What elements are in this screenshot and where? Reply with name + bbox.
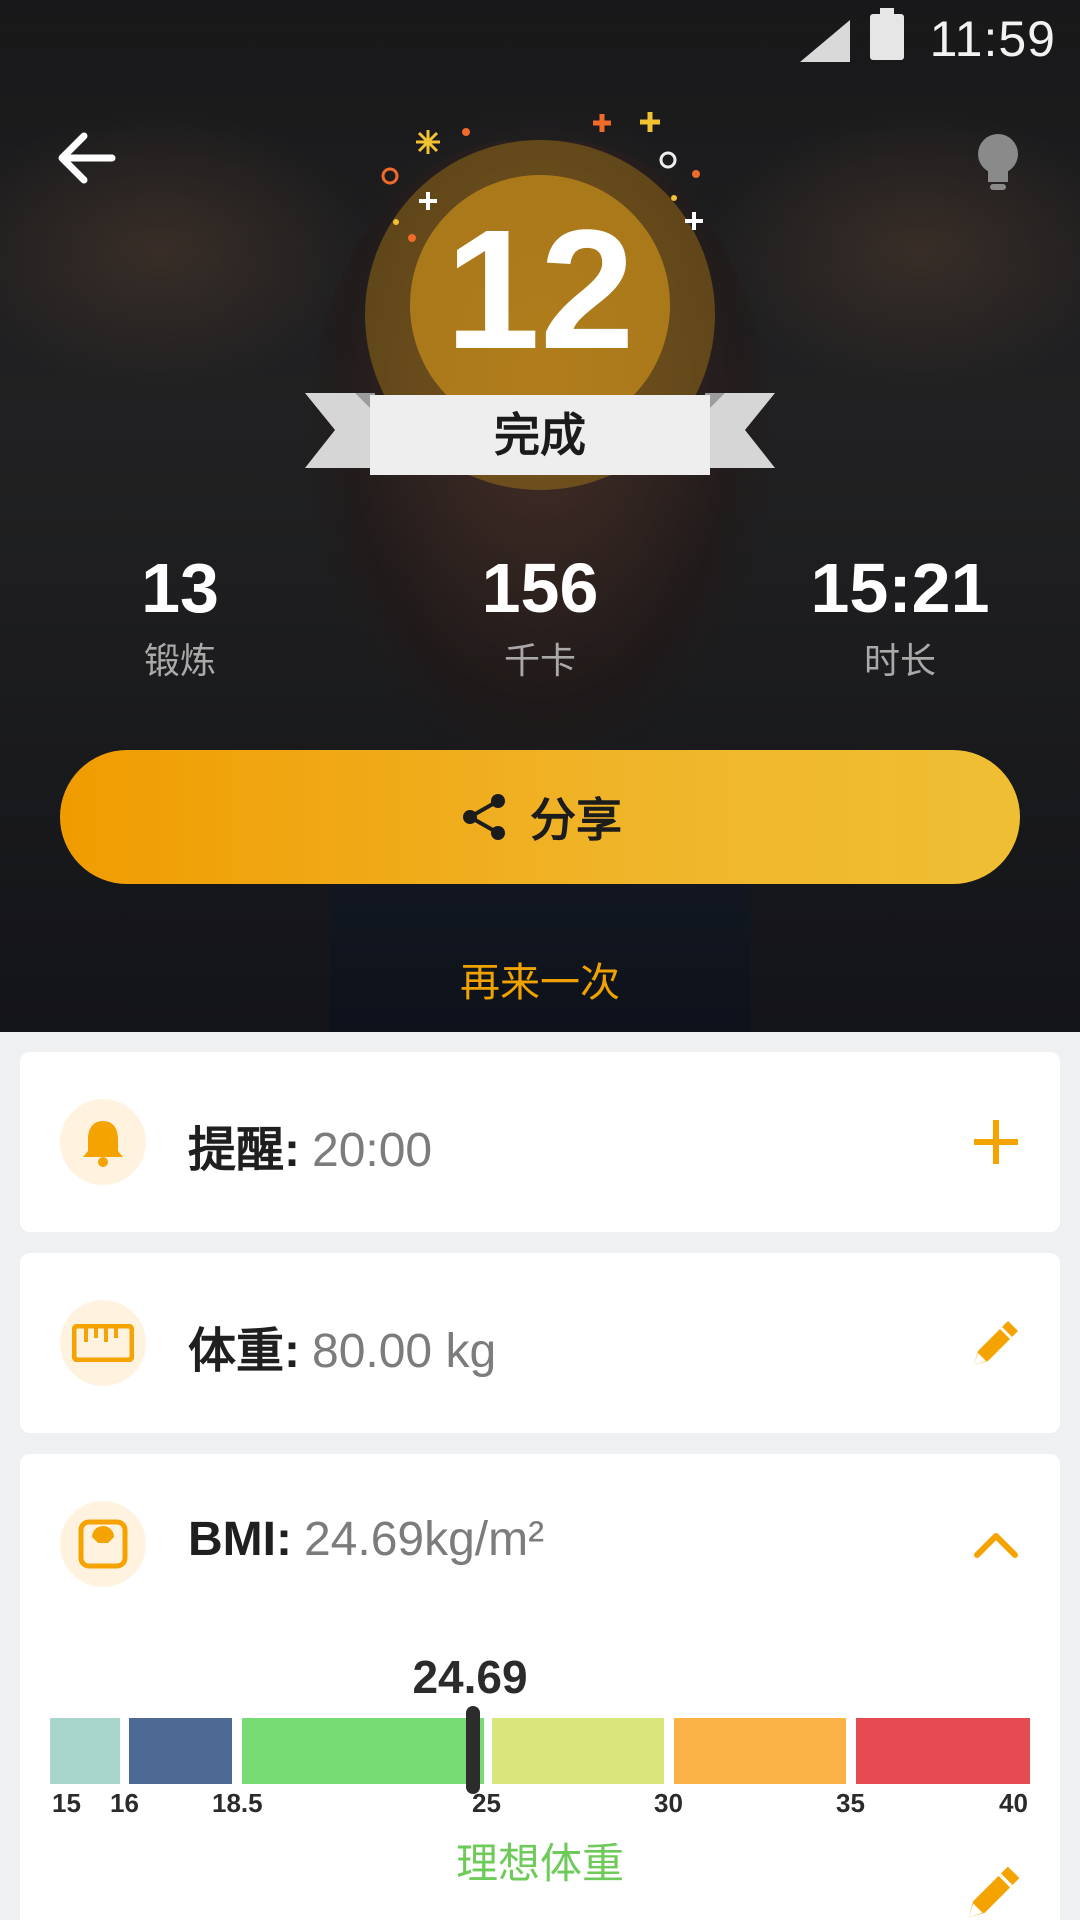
bmi-tick: 40 [999,1788,1028,1818]
tips-button[interactable] [970,130,1026,196]
bmi-indicator-value: 24.69 [412,1651,528,1703]
weight-title: 体重: 80.00 kg [188,1311,496,1381]
bmi-segment-underweight [129,1718,232,1784]
collapse-bmi-button[interactable] [966,1514,1026,1574]
bmi-tick: 15 [52,1788,81,1818]
weight-label: 体重: [188,1325,300,1378]
bmi-tick: 16 [110,1788,139,1818]
bmi-marker [466,1706,480,1794]
reminder-title: 提醒: 20:00 [188,1110,432,1180]
weight-value: 80.00 kg [312,1325,497,1378]
completion-badge: 12 完成 [300,110,780,490]
share-button[interactable]: 分享 [60,750,1020,884]
bmi-segment-normal [242,1718,484,1784]
back-button[interactable] [52,128,122,188]
stat-value: 15:21 [810,549,990,627]
scale-icon [78,1519,128,1569]
ruler-icon [72,1324,134,1362]
bmi-icon-badge [60,1501,146,1587]
bmi-tick-labels: 15 16 18.5 25 30 35 40 [0,1788,1080,1820]
completed-label: 完成 [370,395,710,475]
bmi-tick: 18.5 [212,1788,263,1818]
status-time: 11:59 [929,11,1056,67]
reminder-card[interactable]: 提醒: 20:00 [20,1052,1060,1232]
bmi-scale [50,1718,1030,1784]
bmi-segment-underweight-severe [50,1718,120,1784]
bmi-status-label: 理想体重 [455,1839,624,1888]
stat-calories: 156 千卡 [390,548,690,692]
back-arrow-icon [58,132,116,184]
battery-icon [870,8,904,60]
bmi-value: 24.69kg/m² [303,1513,545,1566]
reminder-value: 20:00 [312,1124,433,1177]
stat-label: 锻炼 [143,641,216,682]
stat-label: 千卡 [503,641,576,682]
workout-stats: 13 锻炼 156 千卡 15:21 时长 [0,548,1080,688]
share-icon [463,794,505,840]
add-reminder-button[interactable] [966,1112,1026,1172]
bmi-label: BMI: [188,1513,292,1566]
bmi-tick: 35 [836,1788,865,1818]
reminder-icon-badge [60,1099,146,1185]
share-label: 分享 [530,793,622,847]
lightbulb-icon [978,134,1018,190]
weight-icon-badge [60,1300,146,1386]
bmi-tick: 30 [654,1788,683,1818]
status-bar: 11:59 [0,0,1080,78]
stat-value: 13 [141,549,219,627]
edit-height-pencil-icon[interactable] [964,1862,1024,1920]
stat-exercises: 13 锻炼 [30,548,330,692]
stat-duration: 15:21 时长 [750,548,1050,692]
bell-icon [83,1121,123,1167]
bmi-tick: 25 [472,1788,501,1818]
reminder-label: 提醒: [188,1124,300,1177]
stat-label: 时长 [863,641,936,682]
bmi-segment-severely-obese [856,1718,1030,1784]
signal-icon [800,20,850,62]
plus-icon [974,1120,1018,1164]
stat-value: 156 [481,549,599,627]
chevron-up-icon [974,1533,1018,1558]
pencil-icon [974,1321,1018,1365]
completed-count: 12 [445,195,635,385]
bmi-segment-overweight [492,1718,664,1784]
weight-card[interactable]: 体重: 80.00 kg [20,1253,1060,1433]
do-again-link[interactable]: 再来一次 [0,950,1080,1008]
edit-weight-button[interactable] [966,1313,1026,1373]
bmi-title: BMI: 24.69kg/m² [188,1512,544,1567]
bmi-segment-obese [674,1718,846,1784]
